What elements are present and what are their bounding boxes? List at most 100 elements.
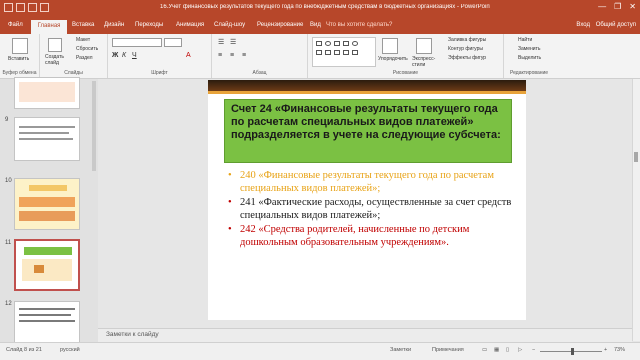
bullets-icon[interactable]: ☰ [218, 38, 224, 46]
align-right-icon[interactable]: ≡ [242, 52, 246, 59]
tab-insert[interactable]: Вставка [72, 22, 94, 28]
font-name-box[interactable] [112, 38, 162, 47]
tab-home[interactable]: Главная [31, 20, 67, 34]
triangle-shape-icon[interactable] [325, 50, 331, 55]
arrange-icon[interactable] [382, 38, 398, 54]
replace-button[interactable]: Заменить [518, 46, 540, 52]
tab-design[interactable]: Дизайн [104, 22, 124, 28]
tell-me-box[interactable]: Что вы хотите сделать? [326, 22, 392, 28]
slide-title[interactable]: Счет 24 «Финансовые результаты текущего … [224, 99, 512, 163]
callout-shape-icon[interactable] [352, 50, 358, 55]
shape-outline-button[interactable]: Контур фигуры [448, 46, 483, 52]
window-title: 16.Учет финансовых результатов текущего … [160, 4, 490, 10]
vertical-scrollbar-thumb[interactable] [634, 152, 638, 162]
new-slide-label[interactable]: Создать слайд [45, 54, 67, 66]
notes-pane[interactable]: Заметки к слайду [98, 328, 632, 342]
arrow-shape-icon[interactable] [316, 50, 322, 55]
line-shape-icon[interactable] [343, 41, 349, 46]
reading-view-icon[interactable]: ▯ [506, 347, 509, 353]
slide-counter: Слайд 8 из 21 [6, 347, 42, 353]
paste-label[interactable]: Вставить [8, 56, 29, 62]
tab-view[interactable]: Вид [310, 22, 321, 28]
brace-shape-icon[interactable] [334, 50, 340, 55]
tab-animations[interactable]: Анимация [176, 22, 204, 28]
oval-shape-icon[interactable] [325, 41, 331, 46]
zoom-slider-thumb[interactable] [571, 348, 574, 355]
notes-toggle[interactable]: Заметки [390, 347, 411, 353]
quick-styles-icon[interactable] [416, 38, 432, 54]
sign-in-link[interactable]: Вход [576, 22, 590, 28]
slide-number-11: 11 [5, 240, 12, 246]
thumbnail-content [19, 308, 75, 310]
tab-slideshow[interactable]: Слайд-шоу [214, 22, 245, 28]
underline-icon[interactable]: Ч [132, 52, 137, 59]
font-color-icon[interactable]: A [186, 52, 191, 59]
bullet-item: • 241 «Фактические расходы, осуществленн… [228, 197, 516, 222]
slide-thumbnail-9[interactable] [14, 117, 80, 161]
tab-transitions[interactable]: Переходы [135, 22, 163, 28]
shape-fill-button[interactable]: Заливка фигуры [448, 37, 486, 43]
shape-effects-button[interactable]: Эффекты фигур [448, 55, 486, 61]
thumbnail-content [19, 126, 75, 128]
quick-access-toolbar [4, 3, 49, 15]
tab-file[interactable]: Файл [8, 22, 23, 28]
ribbon-tabs: Файл Главная Вставка Дизайн Переходы Ани… [0, 18, 640, 34]
textbox-shape-icon[interactable] [334, 41, 340, 46]
bold-icon[interactable]: Ж [112, 52, 118, 59]
italic-icon[interactable]: К [122, 52, 126, 59]
shapes-gallery[interactable] [312, 37, 376, 67]
close-button[interactable]: ✕ [629, 2, 636, 11]
numbering-icon[interactable]: ☰ [230, 38, 236, 46]
slide-sorter-icon[interactable]: ▦ [494, 347, 499, 353]
paste-icon[interactable] [12, 38, 28, 54]
tab-review[interactable]: Рецензирование [257, 22, 303, 28]
bullet-text: 242 «Средства родителей, начисленные по … [240, 224, 470, 248]
normal-view-icon[interactable]: ▭ [482, 347, 487, 353]
slide-thumbnail-12[interactable] [14, 301, 80, 344]
select-button[interactable]: Выделить [518, 55, 541, 61]
font-size-box[interactable] [164, 38, 182, 47]
save-icon[interactable] [4, 3, 13, 12]
notes-placeholder[interactable]: Заметки к слайду [106, 331, 159, 338]
align-left-icon[interactable]: ≡ [218, 52, 222, 59]
start-slideshow-icon[interactable] [40, 3, 49, 12]
font-group-label: Шрифт [151, 70, 168, 76]
thumbnail-content [19, 320, 75, 322]
section-button[interactable]: Раздел [76, 55, 93, 61]
thumbnail-scrollbar[interactable] [92, 81, 96, 171]
slideshow-view-icon[interactable]: ▷ [518, 347, 522, 353]
comments-toggle[interactable]: Примечания [432, 347, 464, 353]
quick-styles-button[interactable]: Экспресс-стили [412, 56, 440, 68]
slide-bullet-list[interactable]: • 240 «Финансовые результаты текущего го… [228, 170, 516, 251]
zoom-out-icon[interactable]: − [532, 347, 535, 353]
minimize-button[interactable]: — [598, 2, 606, 11]
zoom-in-icon[interactable]: + [604, 347, 607, 353]
rectangle-shape-icon[interactable] [316, 41, 322, 46]
slide-thumbnail-8[interactable] [14, 77, 80, 109]
star-shape-icon[interactable] [343, 50, 349, 55]
layout-button[interactable]: Макет [76, 37, 90, 43]
restore-button[interactable]: ❐ [614, 2, 621, 11]
share-button[interactable]: Общий доступ [596, 22, 636, 28]
vertical-scrollbar[interactable] [632, 79, 640, 341]
language-indicator[interactable]: русский [60, 347, 80, 353]
slide-thumbnail-11[interactable] [14, 239, 80, 291]
circle-shape-icon[interactable] [352, 41, 358, 46]
find-button[interactable]: Найти [518, 37, 532, 43]
thumbnail-content [29, 185, 67, 191]
undo-icon[interactable] [16, 3, 25, 12]
slide-thumbnail-10[interactable] [14, 178, 80, 230]
current-slide[interactable]: Счет 24 «Финансовые результаты текущего … [208, 80, 526, 320]
reset-button[interactable]: Сбросить [76, 46, 98, 52]
slide-number-9: 9 [5, 117, 9, 123]
align-center-icon[interactable]: ≡ [230, 52, 234, 59]
powerpoint-window: 16.Учет финансовых результатов текущего … [0, 0, 640, 360]
new-slide-icon[interactable] [48, 38, 62, 52]
zoom-level[interactable]: 73% [614, 347, 625, 353]
redo-icon[interactable] [28, 3, 37, 12]
arrange-button[interactable]: Упорядочить [378, 56, 408, 62]
editing-group: Найти Заменить Выделить Редактирование [504, 34, 640, 78]
thumbnail-content [19, 197, 75, 207]
ribbon: Вставить Буфер обмена Создать слайд Маке… [0, 34, 640, 79]
slide-header-stripe [208, 91, 526, 94]
